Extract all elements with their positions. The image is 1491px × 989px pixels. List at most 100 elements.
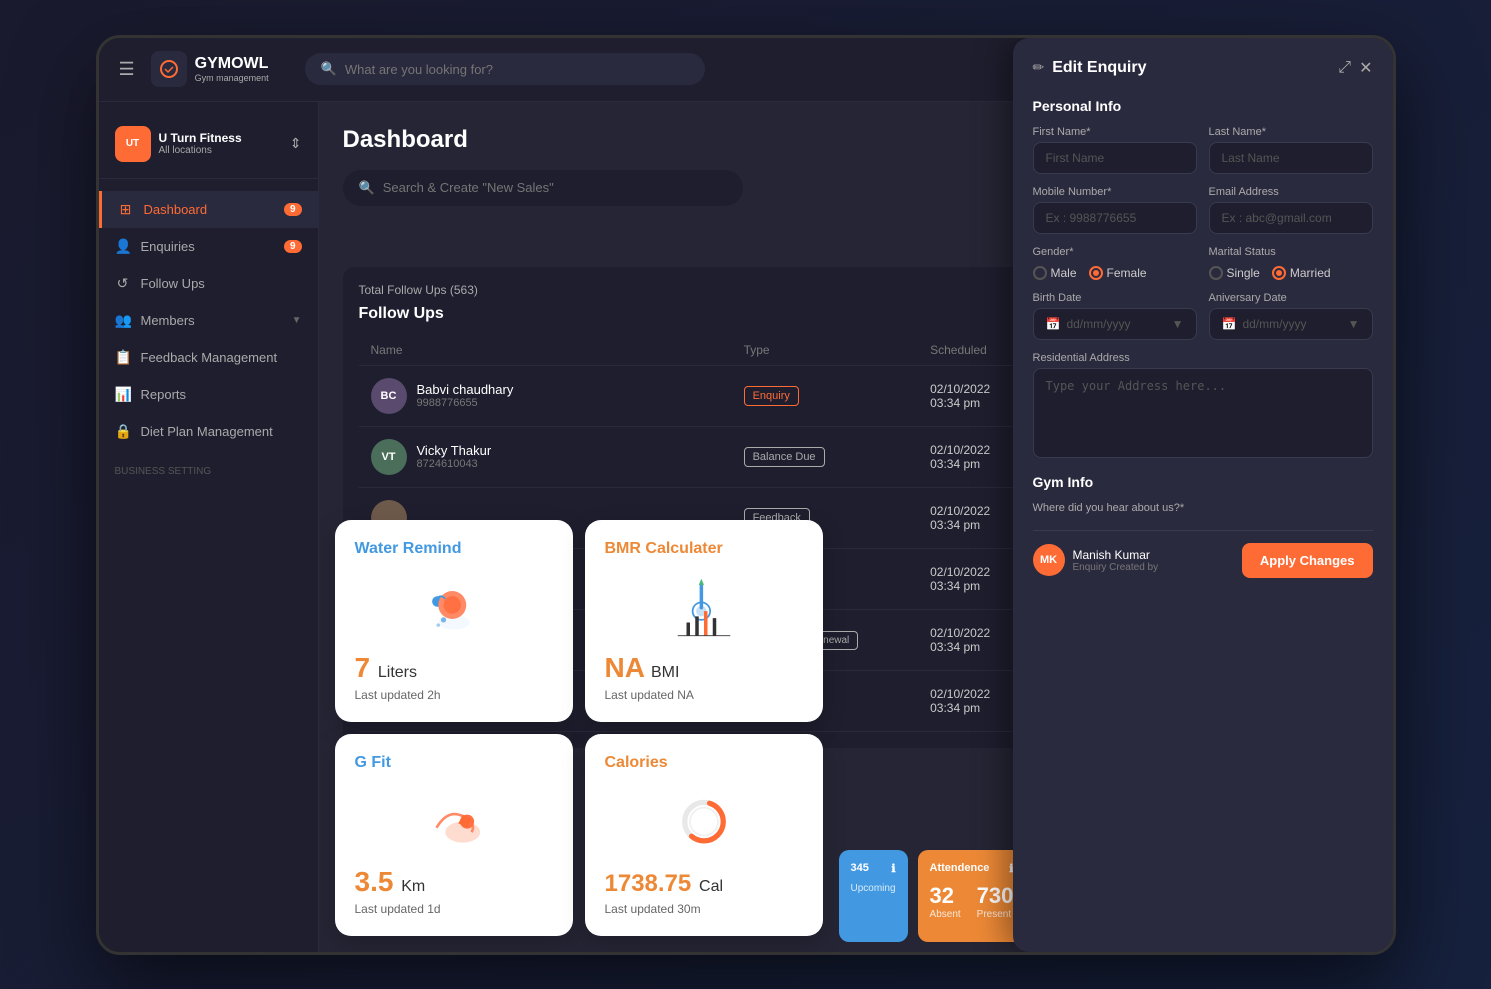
marital-single-radio[interactable] <box>1209 266 1223 280</box>
email-input[interactable] <box>1209 202 1373 234</box>
gender-male-option[interactable]: Male <box>1033 266 1077 280</box>
sidebar-item-members[interactable]: 👥 Members ▼ <box>99 302 318 339</box>
birthdate-input[interactable]: 📅 dd/mm/yyyy ▼ <box>1033 308 1197 340</box>
reports-icon: 📊 <box>115 386 131 403</box>
first-name-input[interactable] <box>1033 142 1197 174</box>
gender-field: Gender* Male Female <box>1033 246 1197 280</box>
edit-enquiry-panel: ✏ Edit Enquiry ⤢ ✕ Personal Info First N… <box>1013 102 1393 952</box>
enquiries-badge: 9 <box>284 240 302 253</box>
members-icon: 👥 <box>115 312 131 329</box>
last-name-input[interactable] <box>1209 142 1373 174</box>
stat-blue-title: 345 <box>851 862 869 875</box>
bottom-stats: 345 ℹ Upcoming Attendence ℹ 32 Absent <box>839 850 993 942</box>
sidebar-item-enquiries[interactable]: 👤 Enquiries 9 <box>99 228 318 265</box>
type-badge: Balance Due <box>744 447 825 467</box>
widget-gfit-title: G Fit <box>355 754 553 772</box>
location-sub: All locations <box>159 145 282 156</box>
address-field: Residential Address <box>1033 352 1373 458</box>
widget-bmr-sub: Last updated NA <box>605 688 803 702</box>
menu-icon[interactable]: ☰ <box>119 59 135 80</box>
gender-female-option[interactable]: Female <box>1089 266 1147 280</box>
widget-water-sub: Last updated 2h <box>355 688 553 702</box>
widget-water[interactable]: Water Remind 7 <box>335 520 573 722</box>
search-icon: 🔍 <box>359 180 375 196</box>
marital-single-option[interactable]: Single <box>1209 266 1260 280</box>
gym-info-header: Gym Info <box>1033 474 1373 490</box>
absent-count: 32 <box>930 883 961 909</box>
info-icon[interactable]: ℹ <box>891 862 895 875</box>
footer-user-name: Manish Kumar <box>1073 548 1159 562</box>
content-search[interactable]: 🔍 <box>343 170 743 206</box>
content-search-input[interactable] <box>383 180 727 195</box>
sidebar-item-dashboard[interactable]: ⊞ Dashboard 9 <box>99 191 318 228</box>
chevron-down-icon: ▼ <box>1348 317 1360 331</box>
marital-single-label: Single <box>1227 266 1260 280</box>
birthdate-placeholder: dd/mm/yyyy <box>1066 317 1130 331</box>
widget-bmr-title: BMR Calculater <box>605 540 803 558</box>
gender-female-label: Female <box>1107 266 1147 280</box>
apply-changes-button[interactable]: Apply Changes <box>1242 543 1373 578</box>
personal-form-grid: First Name* Last Name* Mobile Number* Em… <box>1033 126 1373 234</box>
sidebar-item-feedback[interactable]: 📋 Feedback Management <box>99 339 318 376</box>
expand-icon[interactable]: ⇕ <box>290 135 302 152</box>
user-location: UT U Turn Fitness All locations ⇕ <box>99 118 318 179</box>
sidebar-label-followups: Follow Ups <box>141 276 205 291</box>
sidebar: UT U Turn Fitness All locations ⇕ ⊞ Dash… <box>99 102 319 952</box>
widget-gfit[interactable]: G Fit 3.5 Km Last updated 1d <box>335 734 573 936</box>
mobile-field: Mobile Number* <box>1033 186 1197 234</box>
location-name: U Turn Fitness <box>159 131 282 145</box>
person-name: Vicky Thakur <box>417 443 492 458</box>
gfit-icon <box>355 784 553 854</box>
widget-calories-sub: Last updated 30m <box>605 902 803 916</box>
present-count: 730 <box>977 883 1014 909</box>
gender-radio-group: Male Female <box>1033 266 1197 280</box>
chevron-down-icon: ▼ <box>1172 317 1184 331</box>
birthdate-label: Birth Date <box>1033 292 1197 304</box>
sidebar-label-dashboard: Dashboard <box>144 202 208 217</box>
gym-source-field: Where did you hear about us?* <box>1033 502 1373 514</box>
gender-male-radio[interactable] <box>1033 266 1047 280</box>
present-label: Present <box>977 909 1014 920</box>
avatar: BC <box>371 378 407 414</box>
sidebar-item-reports[interactable]: 📊 Reports <box>99 376 318 413</box>
sidebar-item-followups[interactable]: ↺ Follow Ups <box>99 265 318 302</box>
marital-married-label: Married <box>1290 266 1331 280</box>
enquiries-icon: 👤 <box>115 238 131 255</box>
bmr-icon <box>605 570 803 640</box>
widget-gfit-sub: Last updated 1d <box>355 902 553 916</box>
water-icon <box>355 570 553 640</box>
address-label: Residential Address <box>1033 352 1373 364</box>
panel-footer: MK Manish Kumar Enquiry Created by Apply… <box>1033 530 1373 582</box>
topbar-search[interactable]: 🔍 <box>305 53 705 85</box>
widget-bmr[interactable]: BMR Calculater <box>585 520 823 722</box>
marital-married-radio[interactable] <box>1272 266 1286 280</box>
topbar-search-input[interactable] <box>345 62 689 77</box>
widget-calories-title: Calories <box>605 754 803 772</box>
gym-source-label: Where did you hear about us?* <box>1033 502 1373 514</box>
footer-user-sub: Enquiry Created by <box>1073 562 1159 573</box>
calories-icon <box>605 784 803 854</box>
marital-married-option[interactable]: Married <box>1272 266 1331 280</box>
first-name-label: First Name* <box>1033 126 1197 138</box>
gender-female-radio[interactable] <box>1089 266 1103 280</box>
dates-grid: Birth Date 📅 dd/mm/yyyy ▼ Aniversary Dat… <box>1033 292 1373 340</box>
stat-orange-title: Attendence <box>930 862 990 875</box>
widget-calories[interactable]: Calories 1738.75 Cal Last updated 30m <box>585 734 823 936</box>
address-input[interactable] <box>1033 368 1373 458</box>
anniversary-placeholder: dd/mm/yyyy <box>1242 317 1306 331</box>
anniversary-input[interactable]: 📅 dd/mm/yyyy ▼ <box>1209 308 1373 340</box>
chevron-down-icon: ▼ <box>292 315 302 326</box>
marital-field: Marital Status Single Married <box>1209 246 1373 280</box>
dietplan-icon: 🔒 <box>115 423 131 440</box>
footer-avatar: MK <box>1033 544 1065 576</box>
email-label: Email Address <box>1209 186 1373 198</box>
email-field: Email Address <box>1209 186 1373 234</box>
widget-bmr-value: NA BMI <box>605 652 803 684</box>
birthdate-field: Birth Date 📅 dd/mm/yyyy ▼ <box>1033 292 1197 340</box>
dashboard-icon: ⊞ <box>118 201 134 218</box>
col-type: Type <box>744 343 931 357</box>
mobile-input[interactable] <box>1033 202 1197 234</box>
business-setting-label: Business Setting <box>99 450 318 483</box>
footer-user: MK Manish Kumar Enquiry Created by <box>1033 544 1159 576</box>
sidebar-item-dietplan[interactable]: 🔒 Diet Plan Management <box>99 413 318 450</box>
